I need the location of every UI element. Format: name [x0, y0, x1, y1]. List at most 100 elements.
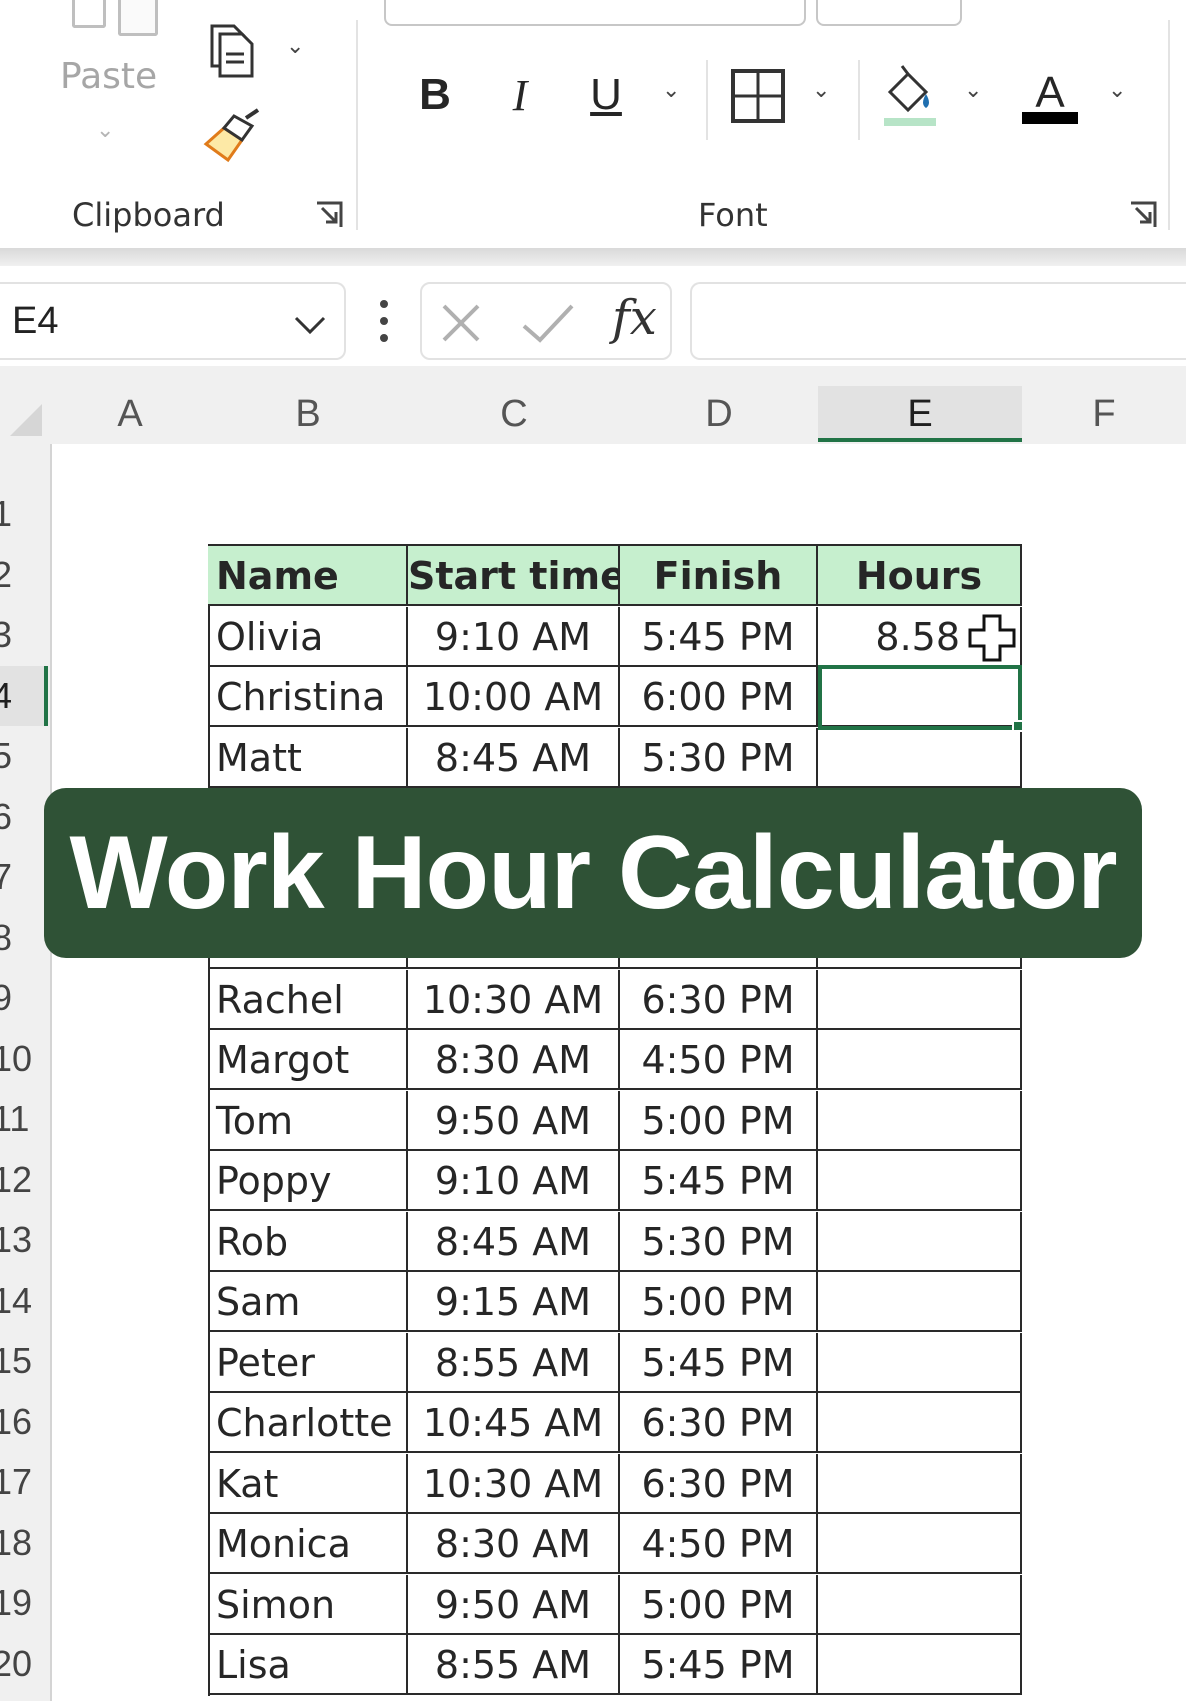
clipboard-dialog-launcher-icon[interactable]	[314, 200, 344, 230]
more-options-icon[interactable]	[374, 296, 394, 346]
font-size-select[interactable]	[816, 0, 962, 26]
table-header-cell[interactable]: Hours	[818, 546, 1022, 606]
table-cell-start[interactable]: 10:00 AM	[408, 667, 620, 727]
select-all-corner[interactable]	[0, 396, 50, 440]
table-cell-finish[interactable]: 5:45 PM	[620, 1332, 818, 1393]
chevron-down-icon[interactable]	[292, 306, 328, 342]
row-header-19[interactable]: 19	[0, 1573, 48, 1633]
table-cell-name[interactable]: Matt	[208, 727, 408, 788]
table-cell-finish[interactable]: 5:30 PM	[620, 1211, 818, 1272]
table-cell-hours[interactable]	[818, 727, 1022, 788]
row-header-18[interactable]: 18	[0, 1513, 48, 1573]
enter-check-icon[interactable]	[520, 302, 576, 344]
row-header-16[interactable]: 16	[0, 1392, 48, 1452]
copy-dropdown-chevron-icon[interactable]: ⌄	[286, 34, 304, 59]
column-header-c[interactable]: C	[408, 386, 620, 442]
table-cell-start[interactable]: 9:50 AM	[408, 1574, 620, 1635]
active-cell-e4[interactable]	[818, 665, 1022, 730]
column-header-f[interactable]: F	[1022, 386, 1186, 442]
table-cell-start[interactable]: 9:10 AM	[408, 1151, 620, 1211]
row-header-12[interactable]: 12	[0, 1150, 48, 1210]
table-header-cell[interactable]: Name	[208, 546, 408, 606]
table-header-cell[interactable]: Start time	[408, 546, 620, 606]
table-cell-finish[interactable]: 4:50 PM	[620, 1514, 818, 1574]
table-cell-name[interactable]: Margot	[208, 1030, 408, 1090]
row-header-20[interactable]: 20	[0, 1634, 48, 1694]
column-header-b[interactable]: B	[208, 386, 408, 442]
name-box[interactable]: E4	[0, 282, 346, 360]
row-header-8[interactable]: 8	[0, 908, 48, 968]
table-cell-finish[interactable]: 4:50 PM	[620, 1030, 818, 1090]
table-cell-hours[interactable]	[818, 1211, 1022, 1272]
row-header-6[interactable]: 6	[0, 787, 48, 847]
table-cell-start[interactable]: 8:30 AM	[408, 1514, 620, 1574]
table-cell-name[interactable]: Rachel	[208, 969, 408, 1030]
table-cell-start[interactable]: 9:50 AM	[408, 1090, 620, 1151]
table-cell-name[interactable]: Christina	[208, 667, 408, 727]
fill-color-dropdown-chevron-icon[interactable]: ⌄	[964, 78, 982, 103]
table-cell-start[interactable]: 9:10 AM	[408, 606, 620, 667]
table-cell-hours[interactable]	[818, 1453, 1022, 1514]
table-cell-name[interactable]: Tom	[208, 1090, 408, 1151]
table-cell-hours[interactable]	[818, 1030, 1022, 1090]
column-header-e[interactable]: E	[818, 386, 1022, 442]
borders-dropdown-chevron-icon[interactable]: ⌄	[812, 78, 830, 103]
table-cell-finish[interactable]: 5:45 PM	[620, 1635, 818, 1695]
formula-input[interactable]	[690, 282, 1186, 360]
table-cell-finish[interactable]: 5:00 PM	[620, 1090, 818, 1151]
row-header-9[interactable]: 9	[0, 968, 48, 1028]
column-header-d[interactable]: D	[620, 386, 818, 442]
table-cell-hours[interactable]	[818, 1332, 1022, 1393]
table-cell-hours[interactable]	[818, 1272, 1022, 1332]
fill-handle[interactable]	[1012, 720, 1024, 732]
row-header-13[interactable]: 13	[0, 1210, 48, 1270]
table-cell-finish[interactable]: 6:30 PM	[620, 1453, 818, 1514]
table-cell-hours[interactable]	[818, 1574, 1022, 1635]
row-header-11[interactable]: 11	[0, 1089, 48, 1149]
table-cell-finish[interactable]: 6:30 PM	[620, 1393, 818, 1453]
row-header-2[interactable]: 2	[0, 545, 48, 605]
underline-button[interactable]: U	[584, 60, 628, 130]
table-cell-start[interactable]: 8:55 AM	[408, 1332, 620, 1393]
insert-function-button[interactable]: fx	[612, 290, 657, 346]
font-name-select[interactable]	[384, 0, 806, 26]
copy-icon[interactable]	[200, 20, 260, 80]
table-cell-start[interactable]: 8:30 AM	[408, 1030, 620, 1090]
row-header-5[interactable]: 5	[0, 726, 48, 786]
table-cell-hours[interactable]	[818, 1090, 1022, 1151]
table-cell-start[interactable]: 10:30 AM	[408, 969, 620, 1030]
row-header-15[interactable]: 15	[0, 1331, 48, 1391]
paste-icon[interactable]	[68, 0, 168, 38]
paste-dropdown-chevron-icon[interactable]: ⌄	[96, 118, 114, 143]
table-cell-finish[interactable]: 5:30 PM	[620, 727, 818, 788]
table-cell-name[interactable]: Olivia	[208, 606, 408, 667]
table-cell-start[interactable]: 10:30 AM	[408, 1453, 620, 1514]
table-header-cell[interactable]: Finish	[620, 546, 818, 606]
row-header-4[interactable]: 4	[0, 665, 48, 726]
font-dialog-launcher-icon[interactable]	[1128, 200, 1158, 230]
paste-button[interactable]: Paste	[60, 56, 157, 97]
table-cell-hours[interactable]	[818, 1514, 1022, 1574]
format-painter-icon[interactable]	[202, 108, 266, 168]
table-cell-start[interactable]: 10:45 AM	[408, 1393, 620, 1453]
table-cell-finish[interactable]: 5:45 PM	[620, 1151, 818, 1211]
italic-button[interactable]: I	[500, 60, 540, 130]
row-header-10[interactable]: 10	[0, 1029, 48, 1089]
table-cell-name[interactable]: Charlotte	[208, 1393, 408, 1453]
table-cell-name[interactable]: Rob	[208, 1211, 408, 1272]
table-cell-name[interactable]: Peter	[208, 1332, 408, 1393]
table-cell-name[interactable]: Monica	[208, 1514, 408, 1574]
table-cell-finish[interactable]: 5:00 PM	[620, 1574, 818, 1635]
table-cell-hours[interactable]	[818, 969, 1022, 1030]
table-cell-finish[interactable]: 6:00 PM	[620, 667, 818, 727]
cancel-icon[interactable]	[440, 302, 482, 344]
row-header-14[interactable]: 14	[0, 1271, 48, 1331]
underline-dropdown-chevron-icon[interactable]: ⌄	[662, 78, 680, 103]
table-cell-start[interactable]: 8:55 AM	[408, 1635, 620, 1695]
table-cell-start[interactable]: 8:45 AM	[408, 1211, 620, 1272]
table-cell-hours[interactable]	[818, 1393, 1022, 1453]
table-cell-finish[interactable]: 5:45 PM	[620, 606, 818, 667]
table-cell-start[interactable]: 8:45 AM	[408, 727, 620, 788]
table-cell-name[interactable]: Sam	[208, 1272, 408, 1332]
borders-icon[interactable]	[730, 68, 786, 124]
